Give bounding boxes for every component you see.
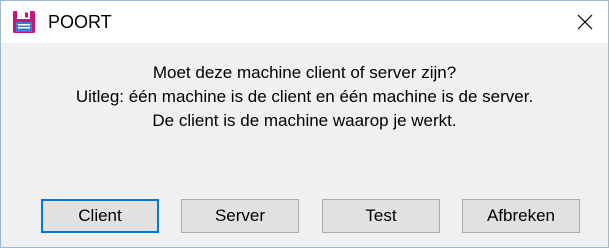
server-button[interactable]: Server <box>181 199 299 233</box>
client-button[interactable]: Client <box>41 199 159 233</box>
close-button[interactable] <box>562 1 608 43</box>
message-line-3: De client is de machine waarop je werkt. <box>152 111 457 130</box>
dialog-message: Moet deze machine client of server zijn?… <box>1 61 608 133</box>
title-bar: POORT <box>1 1 608 43</box>
dialog-window: POORT Moet deze machine client of server… <box>0 0 609 248</box>
floppy-disk-icon <box>12 10 36 34</box>
message-line-1: Moet deze machine client of server zijn? <box>152 63 457 82</box>
window-title: POORT <box>48 12 112 32</box>
button-row: Client Server Test Afbreken <box>1 199 608 233</box>
abort-button[interactable]: Afbreken <box>462 199 580 233</box>
message-line-2: Uitleg: één machine is de client en één … <box>75 87 534 106</box>
test-button[interactable]: Test <box>322 199 440 233</box>
close-icon <box>577 14 593 30</box>
